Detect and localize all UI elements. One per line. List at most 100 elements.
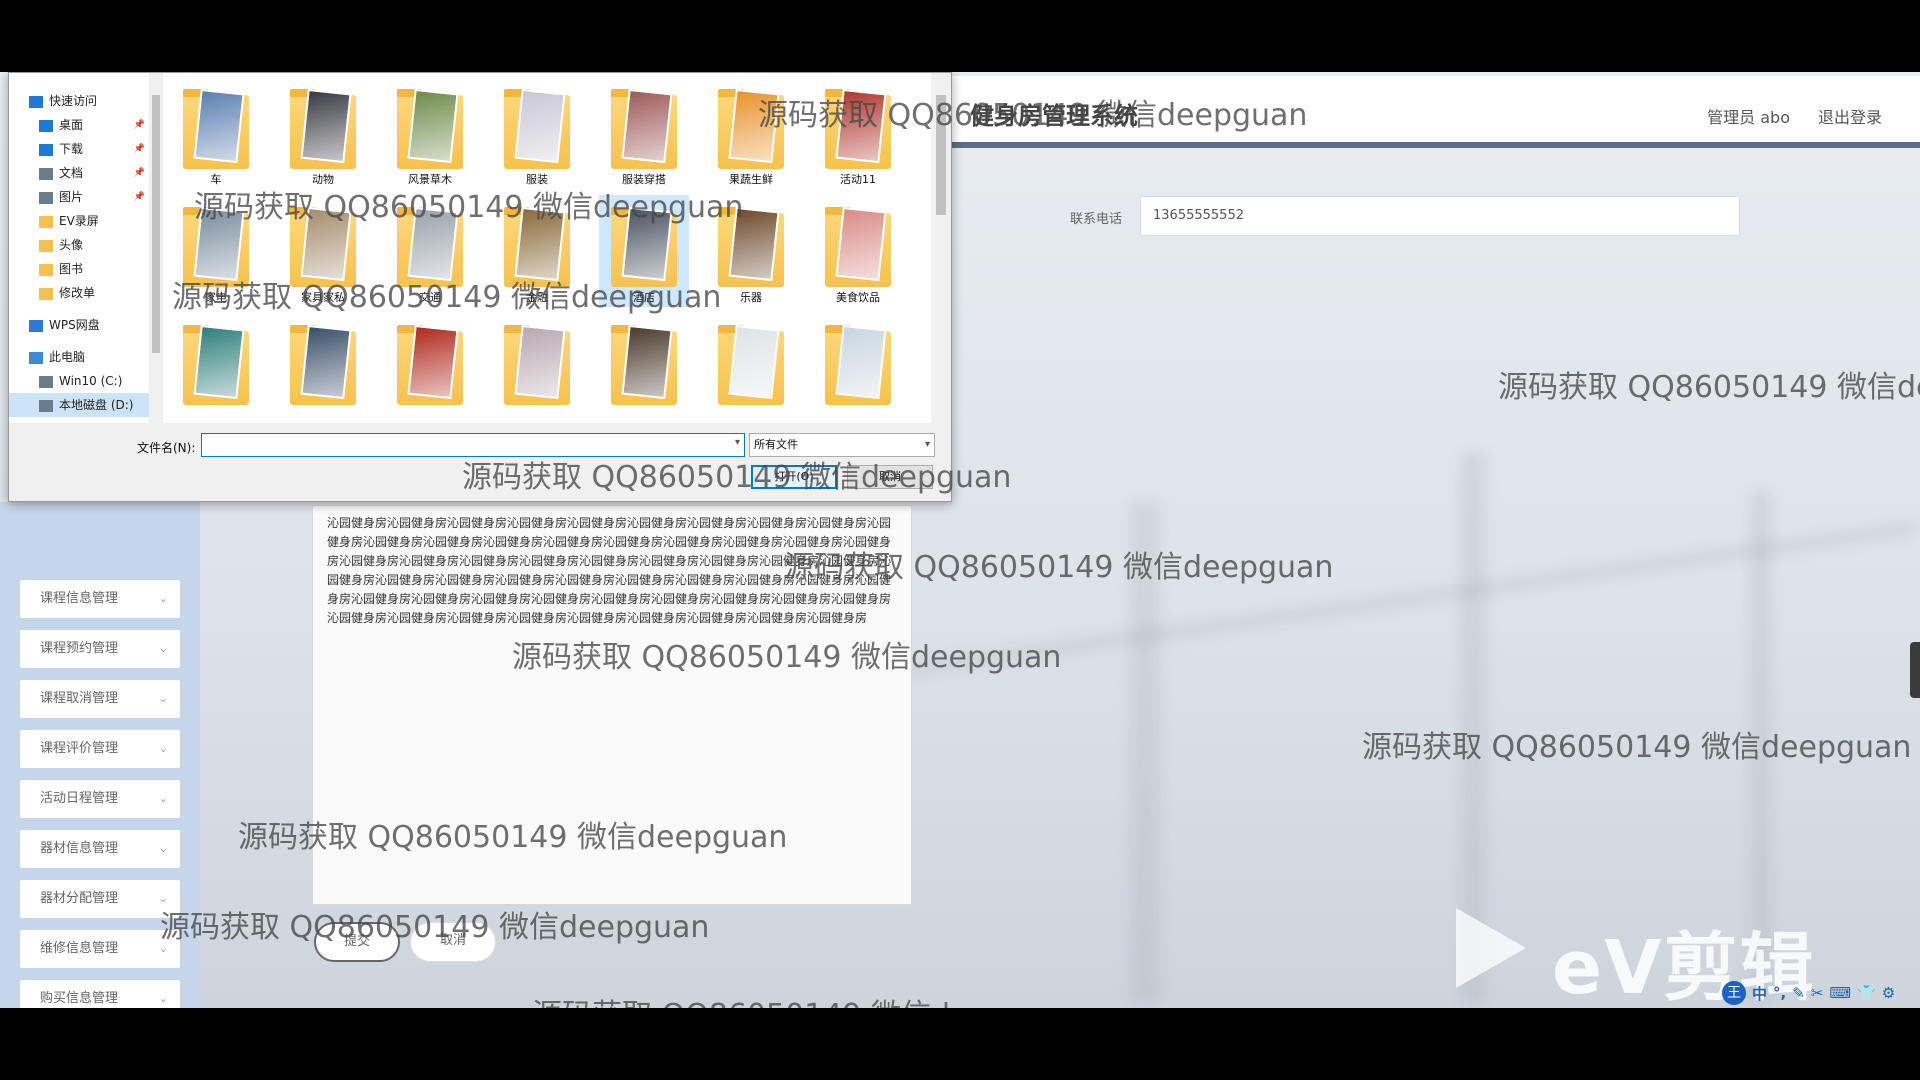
folder-icon <box>39 215 53 228</box>
nav-item-label: 图书 <box>59 262 84 276</box>
filetype-select[interactable]: 所有文件 ▾ <box>749 433 935 457</box>
background-post <box>1130 502 1160 1002</box>
skin-icon[interactable]: 👕 <box>1857 984 1876 1002</box>
folder-item[interactable]: 交通 <box>385 195 475 307</box>
folder-item[interactable] <box>813 313 903 423</box>
dialog-cancel-button[interactable]: 取消 <box>847 465 933 489</box>
pin-icon: 📌 <box>133 168 145 178</box>
nav-scrollbar[interactable] <box>149 73 163 423</box>
keyboard-icon[interactable]: ⌨ <box>1829 984 1851 1002</box>
gear-icon[interactable]: ⚙ <box>1882 984 1895 1002</box>
sidebar-item-label: 器材分配管理 <box>40 891 119 906</box>
nav-item[interactable]: 此电脑 <box>9 345 149 369</box>
folder-item[interactable] <box>492 313 582 423</box>
nav-item-label: 修改单 <box>59 286 96 300</box>
folder-item[interactable]: 金融 <box>492 195 582 307</box>
folder-item[interactable] <box>385 313 475 423</box>
pen-icon[interactable]: ✎ <box>1792 984 1805 1002</box>
sidebar-item[interactable]: 维修信息管理 ⌄ <box>20 930 180 968</box>
filetype-value: 所有文件 <box>754 438 798 451</box>
file-scroll-thumb[interactable] <box>936 95 946 215</box>
folder-icon <box>39 263 53 276</box>
folder-label: 活动11 <box>840 173 876 186</box>
folder-item[interactable]: 服装穿搭 <box>599 77 689 189</box>
folder-item[interactable]: 家具家私 <box>278 195 368 307</box>
chevron-down-icon: ⌄ <box>158 892 168 905</box>
nav-item-label: 本地磁盘 (D:) <box>59 398 134 412</box>
side-handle[interactable] <box>1910 642 1920 698</box>
logout-link[interactable]: 退出登录 <box>1818 104 1882 128</box>
folder-label: 服装 <box>526 173 548 186</box>
sidebar-item-label: 课程取消管理 <box>40 691 119 706</box>
nav-item[interactable]: 本地磁盘 (D:) <box>9 393 149 417</box>
chevron-down-icon: ▾ <box>924 439 930 450</box>
chevron-down-icon: ⌄ <box>158 642 168 655</box>
drive-icon <box>39 399 53 412</box>
folder-item[interactable]: 酒店 <box>599 195 689 307</box>
folder-item[interactable]: 服装 <box>492 77 582 189</box>
chevron-down-icon[interactable]: ▾ <box>735 437 740 448</box>
sidebar-item[interactable]: 课程信息管理 ⌄ <box>20 580 180 618</box>
folder-item[interactable]: 美食饮品 <box>813 195 903 307</box>
chinese-mode-icon[interactable]: 中 <box>1752 983 1767 1004</box>
folder-label: 家电 <box>205 291 227 304</box>
computer-icon <box>29 351 43 364</box>
nav-item[interactable]: 快速访问 <box>9 89 149 113</box>
nav-item-label: 快速访问 <box>49 94 98 108</box>
folder-icon <box>825 206 891 287</box>
folder-item[interactable]: 乐器 <box>706 195 796 307</box>
folder-item[interactable] <box>599 313 689 423</box>
filename-input[interactable]: ▾ <box>201 433 745 457</box>
sidebar-item-label: 课程信息管理 <box>40 591 119 606</box>
sidebar-item[interactable]: 课程评价管理 ⌄ <box>20 730 180 768</box>
folder-label: 乐器 <box>740 291 762 304</box>
sidebar-item-label: 活动日程管理 <box>40 791 119 806</box>
nav-item[interactable]: 文档 📌 <box>9 161 149 185</box>
submit-button[interactable]: 提交 <box>314 922 400 962</box>
nav-item[interactable]: WPS网盘 <box>9 313 149 337</box>
nav-item[interactable]: 桌面 📌 <box>9 113 149 137</box>
folder-label: 车 <box>210 173 222 186</box>
sidebar-item[interactable]: 器材分配管理 ⌄ <box>20 880 180 918</box>
nav-item[interactable]: 修改单 <box>9 281 149 305</box>
sidebar-item-label: 购买信息管理 <box>40 991 119 1006</box>
cancel-button[interactable]: 取消 <box>410 922 496 962</box>
sidebar-item[interactable]: 活动日程管理 ⌄ <box>20 780 180 818</box>
folder-icon <box>718 324 784 405</box>
file-scrollbar[interactable] <box>931 73 951 423</box>
folder-item[interactable]: 活动11 <box>813 77 903 189</box>
ev-play-icon <box>1456 908 1526 988</box>
ime-logo-icon[interactable]: 王 <box>1722 981 1746 1005</box>
folder-icon <box>397 324 463 405</box>
folder-item[interactable]: 动物 <box>278 77 368 189</box>
folder-label: 美食饮品 <box>836 291 880 304</box>
phone-input[interactable]: 13655555552 <box>1140 196 1740 236</box>
folder-label: 酒店 <box>633 291 655 304</box>
nav-item[interactable]: EV录屏 <box>9 209 149 233</box>
folder-item[interactable]: 果蔬生鲜 <box>706 77 796 189</box>
nav-item[interactable]: Win10 (C:) <box>9 369 149 393</box>
nav-item[interactable]: 下载 📌 <box>9 137 149 161</box>
scissors-icon[interactable]: ✂ <box>1811 984 1824 1002</box>
sidebar-item[interactable]: 购买信息管理 ⌄ <box>20 980 180 1008</box>
punctuation-icon[interactable]: °, <box>1773 984 1786 1002</box>
folder-item[interactable]: 车 <box>171 77 261 189</box>
nav-item[interactable]: 头像 <box>9 233 149 257</box>
description-textarea[interactable]: 沁园健身房沁园健身房沁园健身房沁园健身房沁园健身房沁园健身房沁园健身房沁园健身房… <box>312 505 912 905</box>
open-button[interactable]: 打开(O) <box>751 465 837 489</box>
folder-item[interactable] <box>706 313 796 423</box>
nav-item[interactable]: 图片 📌 <box>9 185 149 209</box>
sidebar-item[interactable]: 器材信息管理 ⌄ <box>20 830 180 868</box>
folder-item[interactable]: 风景草木 <box>385 77 475 189</box>
folder-icon <box>290 206 356 287</box>
folder-item[interactable] <box>278 313 368 423</box>
folder-label: 服装穿搭 <box>622 173 666 186</box>
folder-item[interactable]: 家电 <box>171 195 261 307</box>
nav-item-label: 下载 <box>59 142 84 156</box>
chevron-down-icon: ⌄ <box>158 992 168 1005</box>
folder-item[interactable] <box>171 313 261 423</box>
nav-scroll-thumb[interactable] <box>152 95 160 353</box>
sidebar-item[interactable]: 课程取消管理 ⌄ <box>20 680 180 718</box>
nav-item[interactable]: 图书 <box>9 257 149 281</box>
sidebar-item[interactable]: 课程预约管理 ⌄ <box>20 630 180 668</box>
